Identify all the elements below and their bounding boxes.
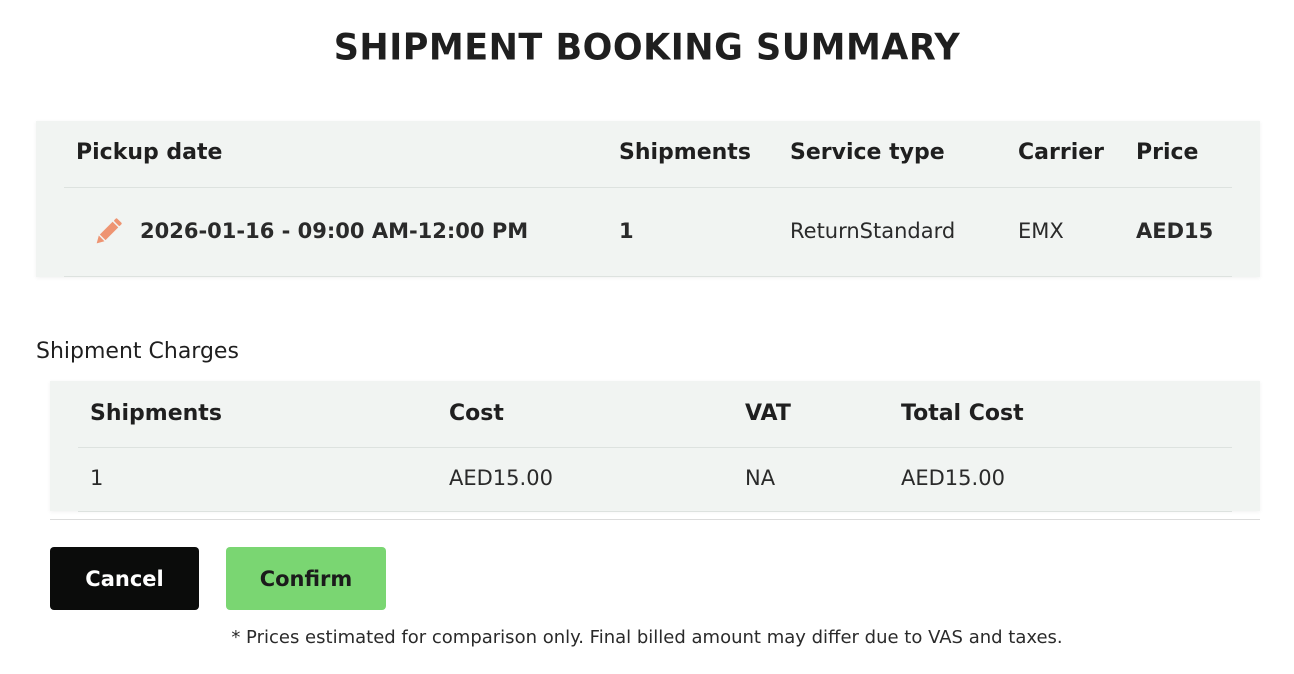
total-cost-value: AED15.00 bbox=[901, 466, 1005, 490]
header-shipments: Shipments bbox=[619, 140, 751, 165]
table-row: 1 AED15.00 NA AED15.00 bbox=[78, 448, 1232, 512]
booking-summary-page: SHIPMENT BOOKING SUMMARY Pickup date Shi… bbox=[0, 0, 1294, 674]
cost-value: AED15.00 bbox=[449, 466, 553, 490]
header-vat: VAT bbox=[745, 401, 791, 426]
charges-shipments-value: 1 bbox=[90, 466, 104, 490]
header-service-type: Service type bbox=[790, 140, 945, 165]
actions-divider bbox=[50, 519, 1260, 520]
shipment-charges-label: Shipment Charges bbox=[36, 339, 239, 364]
price-value: AED15 bbox=[1136, 219, 1214, 243]
vat-value: NA bbox=[745, 466, 776, 490]
header-pickup-date: Pickup date bbox=[76, 140, 223, 165]
cancel-button[interactable]: Cancel bbox=[50, 547, 199, 610]
shipment-charges-table: Shipments Cost VAT Total Cost 1 AED15.00… bbox=[50, 381, 1260, 512]
header-price: Price bbox=[1136, 140, 1199, 165]
page-title: SHIPMENT BOOKING SUMMARY bbox=[333, 27, 961, 69]
header-total-cost: Total Cost bbox=[901, 401, 1024, 426]
booking-summary-table: Pickup date Shipments Service type Carri… bbox=[36, 121, 1260, 277]
pickup-date-value: 2026-01-16 - 09:00 AM-12:00 PM bbox=[140, 219, 529, 243]
header-charges-shipments: Shipments bbox=[90, 401, 222, 426]
charges-header-row: Shipments Cost VAT Total Cost bbox=[78, 381, 1232, 448]
service-type-value: ReturnStandard bbox=[790, 219, 956, 243]
confirm-button[interactable]: Confirm bbox=[226, 547, 386, 610]
pricing-disclaimer: * Prices estimated for comparison only. … bbox=[231, 627, 1063, 648]
header-carrier: Carrier bbox=[1018, 140, 1105, 165]
table-row: 2026-01-16 - 09:00 AM-12:00 PM 1 ReturnS… bbox=[64, 188, 1232, 277]
pencil-icon[interactable] bbox=[90, 214, 126, 250]
shipments-value: 1 bbox=[619, 219, 634, 243]
summary-header-row: Pickup date Shipments Service type Carri… bbox=[64, 121, 1232, 188]
header-cost: Cost bbox=[449, 401, 504, 426]
carrier-value: EMX bbox=[1018, 219, 1064, 243]
